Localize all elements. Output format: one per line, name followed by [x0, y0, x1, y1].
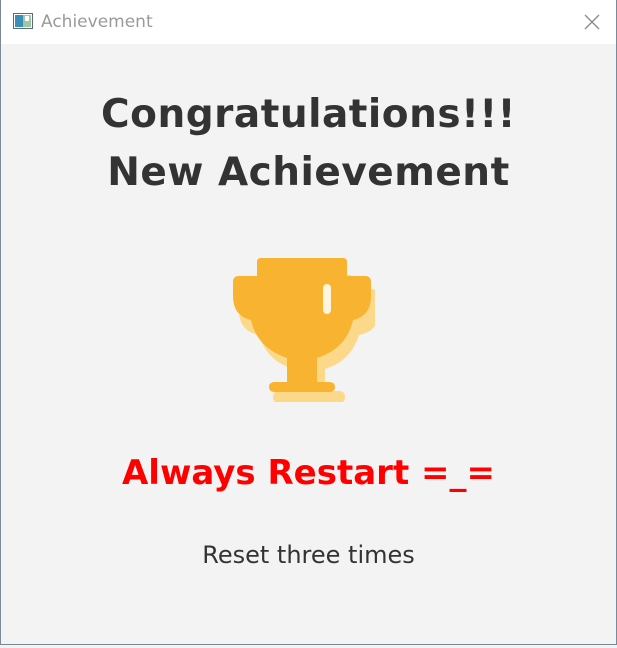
title-bar[interactable]: Achievement: [1, 0, 616, 44]
achievement-name: Always Restart =_=: [121, 453, 496, 493]
close-button[interactable]: [568, 0, 616, 44]
achievement-window: Achievement Congratulations!!! New Achie…: [0, 0, 617, 645]
achievement-description: Reset three times: [202, 541, 415, 569]
trophy-icon: [233, 258, 375, 402]
window-title: Achievement: [41, 12, 153, 32]
close-icon: [584, 14, 600, 30]
app-window-icon: [13, 13, 33, 29]
new-achievement-heading: New Achievement: [107, 150, 510, 195]
congratulations-heading: Congratulations!!!: [101, 92, 516, 137]
achievement-content: Congratulations!!! New Achievement Alway…: [1, 44, 616, 644]
